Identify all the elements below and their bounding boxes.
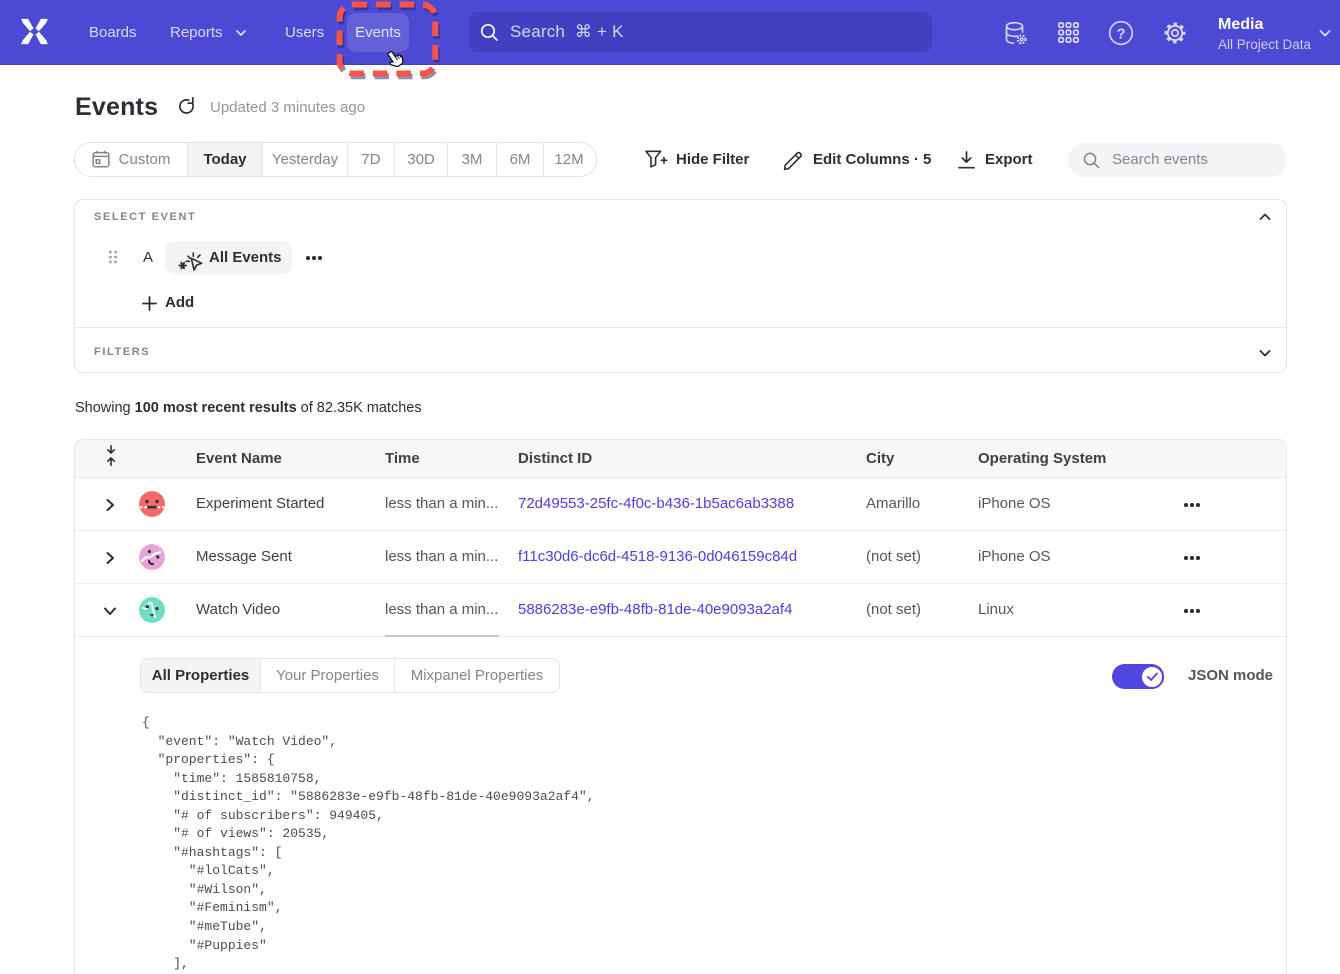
svg-text:?: ? (1117, 26, 1126, 42)
